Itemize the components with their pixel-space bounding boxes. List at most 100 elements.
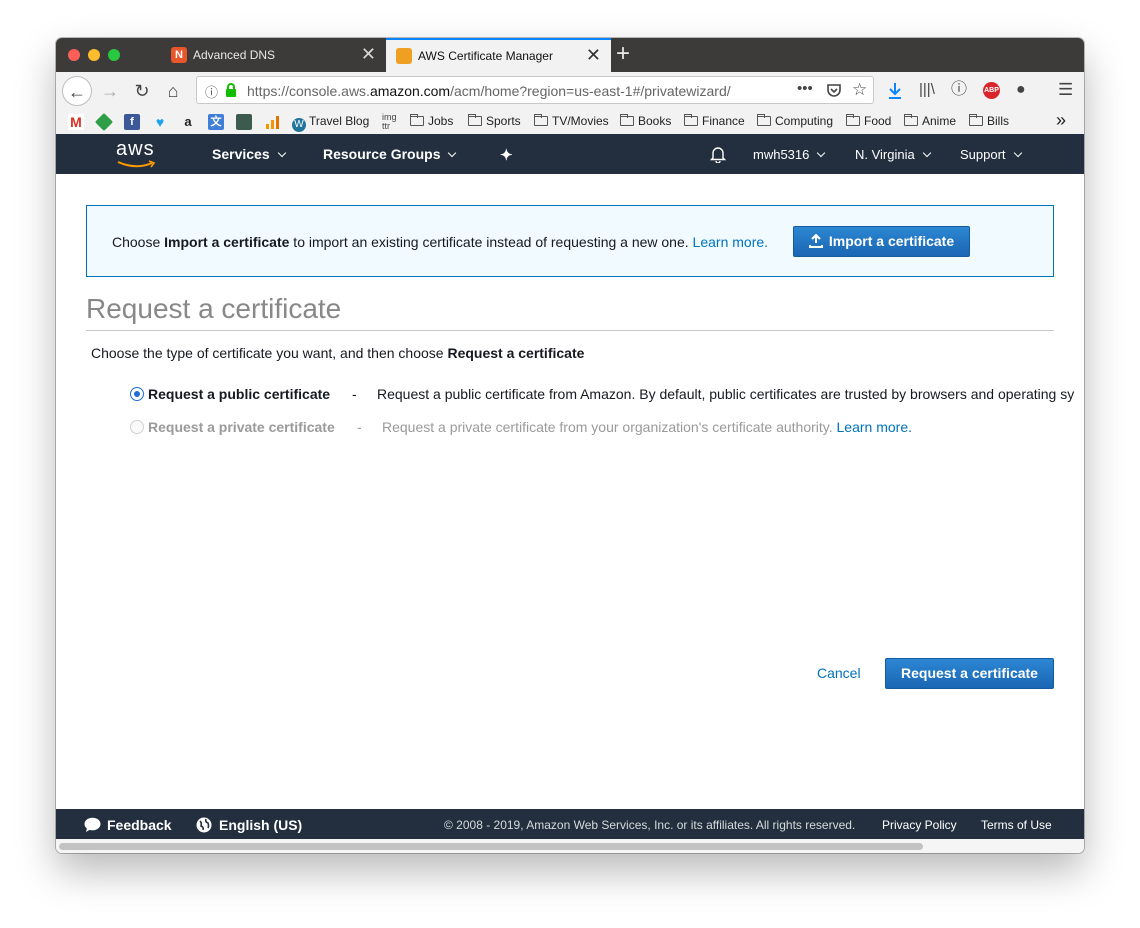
import-info-text: Choose Import a certificate to import an… [112, 234, 769, 250]
facebook-icon[interactable]: f [124, 114, 140, 130]
option-description: Request a private certificate from your … [382, 419, 912, 435]
extension-icon[interactable]: ⓘ [951, 81, 967, 99]
folder-icon [904, 114, 918, 126]
chevron-down-icon [922, 148, 931, 158]
bookmark-star-icon[interactable]: ☆ [852, 80, 867, 100]
globe-bookmark-icon[interactable] [236, 114, 252, 130]
region-menu[interactable]: N. Virginia [855, 147, 931, 162]
reload-icon: ↻ [134, 81, 150, 101]
home-icon: ⌂ [167, 81, 179, 101]
zoom-window-button[interactable] [108, 49, 120, 61]
copyright-text: © 2008 - 2019, Amazon Web Services, Inc.… [444, 818, 856, 832]
twitter-icon[interactable]: ♥ [152, 114, 168, 130]
back-button[interactable]: ← [62, 76, 92, 106]
imgur-icon[interactable]: img ttr [382, 113, 397, 131]
url-text: https://console.aws.amazon.com/acm/home?… [247, 83, 731, 99]
pin-icon[interactable]: ✦ [500, 146, 513, 164]
tab-advanced-dns[interactable]: N Advanced DNS ✕ [161, 38, 386, 72]
page-subtitle: Choose the type of certificate you want,… [91, 345, 585, 361]
lock-icon [226, 83, 236, 97]
folder-icon [534, 114, 548, 126]
pocket-icon[interactable] [826, 83, 842, 98]
aws-navbar: aws Services Resource Groups ✦ mwh5316 N… [56, 134, 1084, 174]
namecheap-icon: N [171, 47, 187, 63]
scrollbar-thumb[interactable] [59, 843, 923, 850]
terms-of-use-link[interactable]: Terms of Use [981, 818, 1052, 832]
navigation-bar: ← → ↻ ⌂ ⓘ https://console.aws.amazon.com… [56, 72, 1084, 110]
public-certificate-radio[interactable] [130, 387, 144, 401]
option-dash: - [352, 386, 357, 402]
feedback-link[interactable]: Feedback [84, 817, 172, 833]
address-bar[interactable]: ⓘ https://console.aws.amazon.com/acm/hom… [196, 76, 874, 104]
globe-icon [196, 817, 212, 833]
minimize-window-button[interactable] [88, 49, 100, 61]
aws-footer: Feedback English (US) © 2008 - 2019, Ama… [56, 809, 1084, 839]
services-menu[interactable]: Services [212, 146, 286, 162]
privacy-policy-link[interactable]: Privacy Policy [882, 818, 957, 832]
folder-icon [757, 114, 771, 126]
chevron-down-icon [1013, 148, 1022, 158]
chevron-down-icon [277, 148, 286, 158]
adblock-icon[interactable]: ABP [983, 82, 1000, 99]
chevron-down-icon [448, 148, 457, 158]
menu-icon[interactable]: ☰ [1058, 81, 1073, 99]
learn-more-link[interactable]: Learn more. [693, 234, 768, 250]
account-menu[interactable]: mwh5316 [753, 147, 826, 162]
folder-icon [684, 114, 698, 126]
language-selector[interactable]: English (US) [196, 817, 302, 833]
option-description: Request a public certificate from Amazon… [377, 386, 1075, 402]
speech-bubble-icon [84, 817, 101, 832]
bookmark-finance[interactable]: Finance [684, 114, 745, 128]
tab-aws-certificate-manager[interactable]: AWS Certificate Manager ✕ [386, 38, 611, 72]
bookmarks-overflow-icon[interactable]: » [1056, 110, 1066, 131]
bookmark-anime[interactable]: Anime [904, 114, 956, 128]
option-dash: - [357, 419, 362, 435]
bookmark-sports[interactable]: Sports [468, 114, 521, 128]
feedly-icon[interactable] [94, 112, 114, 132]
bookmarks-toolbar: M f ♥ a 文 W Travel Blog img ttr Jobs Sport… [56, 110, 1084, 135]
close-window-button[interactable] [68, 49, 80, 61]
private-certificate-radio[interactable] [130, 420, 144, 434]
amazon-icon[interactable]: a [180, 114, 196, 130]
reload-button[interactable]: ↻ [128, 78, 156, 104]
forward-button[interactable]: → [96, 78, 124, 104]
title-divider [86, 330, 1054, 331]
tab-title: AWS Certificate Manager [418, 49, 553, 63]
gmail-icon[interactable]: M [68, 114, 84, 130]
bookmark-books[interactable]: Books [620, 114, 671, 128]
bookmark-food[interactable]: Food [846, 114, 891, 128]
folder-icon [620, 114, 634, 126]
close-tab-icon[interactable]: ✕ [361, 44, 376, 64]
request-certificate-button[interactable]: Request a certificate [885, 658, 1054, 689]
bookmark-computing[interactable]: Computing [757, 114, 833, 128]
info-icon[interactable]: ⓘ [205, 82, 218, 101]
bookmark-tv-movies[interactable]: TV/Movies [534, 114, 609, 128]
cancel-button[interactable]: Cancel [817, 665, 861, 681]
page-title: Request a certificate [86, 293, 342, 324]
analytics-icon[interactable] [264, 114, 280, 130]
bookmark-travel-blog[interactable]: W Travel Blog [292, 114, 369, 132]
horizontal-scrollbar[interactable] [56, 839, 1084, 853]
bookmark-jobs[interactable]: Jobs [410, 114, 453, 128]
import-certificate-button[interactable]: Import a certificate [793, 226, 970, 257]
back-arrow-icon: ← [68, 82, 86, 102]
tab-strip: N Advanced DNS ✕ AWS Certificate Manager… [56, 38, 1084, 72]
import-info-box: Choose Import a certificate to import an… [86, 205, 1054, 277]
learn-more-link[interactable]: Learn more. [837, 419, 912, 435]
support-menu[interactable]: Support [960, 147, 1022, 162]
folder-icon [410, 114, 424, 126]
library-icon[interactable]: |||\ [919, 81, 935, 99]
bookmark-bills[interactable]: Bills [969, 114, 1009, 128]
account-icon[interactable]: ● [1016, 81, 1026, 99]
new-tab-button[interactable]: + [616, 41, 630, 67]
translate-icon[interactable]: 文 [208, 114, 224, 130]
page-actions-icon[interactable]: ••• [797, 80, 813, 97]
tab-title: Advanced DNS [193, 48, 276, 62]
aws-logo[interactable]: aws [116, 138, 156, 168]
home-button[interactable]: ⌂ [159, 78, 187, 104]
aws-smile-icon [117, 160, 156, 168]
close-tab-icon[interactable]: ✕ [586, 45, 601, 65]
bell-icon[interactable] [710, 145, 726, 163]
downloads-icon[interactable] [888, 82, 902, 100]
resource-groups-menu[interactable]: Resource Groups [323, 146, 457, 162]
